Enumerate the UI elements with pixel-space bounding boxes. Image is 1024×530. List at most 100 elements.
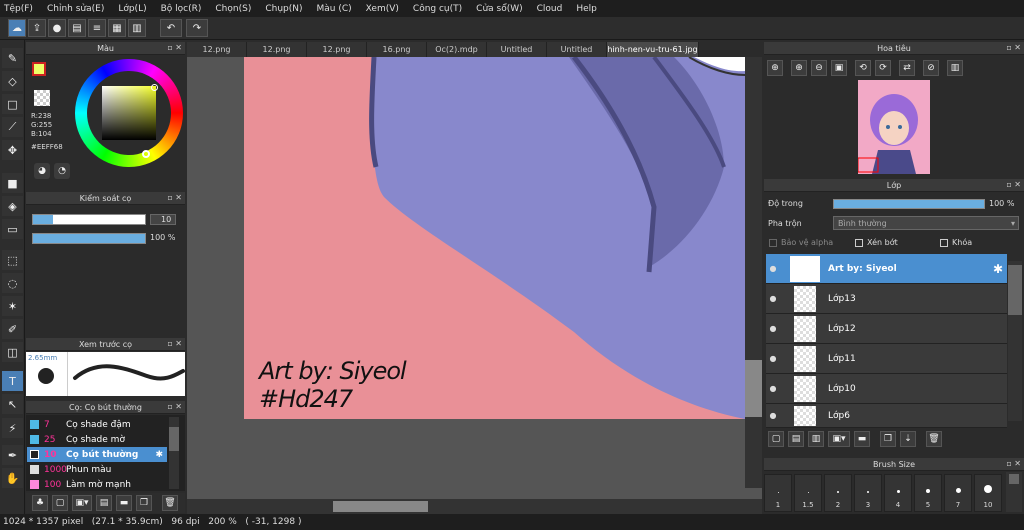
gradient-icon[interactable]: ▭ — [2, 219, 23, 239]
layer-folder-icon[interactable]: ▬ — [854, 431, 870, 447]
panel-close-icon[interactable]: ▫ ✕ — [1006, 459, 1021, 468]
gear-icon[interactable]: ✱ — [155, 450, 163, 460]
zoom-in-icon[interactable]: ⊕ — [767, 60, 783, 76]
layer-list-scrollbar[interactable] — [1008, 261, 1022, 421]
reset-view-icon[interactable]: ⊘ — [923, 60, 939, 76]
brush-folder-icon[interactable]: ▬ — [116, 495, 132, 511]
text-tool-icon[interactable]: T — [2, 371, 23, 391]
menu-color[interactable]: Màu (C) — [317, 4, 352, 14]
document-tab[interactable]: 12.png — [307, 42, 367, 57]
merge-layer-icon[interactable]: ⇣ — [900, 431, 916, 447]
navigator-thumbnail[interactable] — [857, 80, 930, 174]
brush-opacity-slider[interactable] — [32, 233, 146, 244]
menu-tools[interactable]: Công cụ(T) — [413, 4, 462, 14]
divide-icon[interactable]: ⚡ — [2, 418, 23, 438]
clip-checkbox[interactable]: Xén bớt — [855, 238, 898, 247]
undo-icon[interactable]: ↶ — [160, 19, 182, 37]
color-mix-icon[interactable]: ◔ — [54, 163, 70, 179]
hand-tool-icon[interactable]: ✋ — [2, 468, 23, 488]
layer-row[interactable]: ● Lớp6 — [766, 404, 1007, 428]
select-pen-icon[interactable]: ✐ — [2, 319, 23, 339]
add-layer-menu-icon[interactable]: ▣▾ — [828, 431, 850, 447]
rotate-reset-icon[interactable]: ⟳ — [875, 60, 891, 76]
panel-close-icon[interactable]: ▫ ✕ — [1006, 43, 1021, 52]
eraser-tool-icon[interactable]: ◇ — [2, 71, 23, 91]
visibility-eye-icon[interactable]: ● — [766, 294, 780, 303]
palette-icon[interactable]: ◕ — [34, 163, 50, 179]
canvas-text[interactable]: Art by: Siyeol #Hd247 — [259, 357, 407, 413]
brush-item[interactable]: 25 Cọ shade mờ — [27, 432, 167, 447]
document-icon[interactable]: ≡ — [88, 19, 106, 37]
brush-duplicate-icon[interactable]: ❐ — [136, 495, 152, 511]
bucket-icon[interactable]: ◈ — [2, 196, 23, 216]
new-brush-icon[interactable]: ▢ — [52, 495, 68, 511]
sv-picker-handle[interactable] — [151, 84, 158, 91]
protect-alpha-checkbox[interactable]: Bảo vệ alpha — [769, 238, 833, 247]
move-tool-icon[interactable]: ✥ — [2, 140, 23, 160]
panel-close-icon[interactable]: ▫ ✕ — [167, 43, 182, 52]
blend-mode-select[interactable]: Bình thường ▾ — [833, 216, 1019, 230]
menu-edit[interactable]: Chỉnh sửa(E) — [47, 4, 104, 14]
navigator-settings-icon[interactable]: ▥ — [947, 60, 963, 76]
layer-row[interactable]: ● Lớp12 — [766, 314, 1007, 344]
new-layer-alt-icon[interactable]: ▤ — [788, 431, 804, 447]
menu-window[interactable]: Cửa sổ(W) — [476, 4, 522, 14]
menu-cloud[interactable]: Cloud — [537, 4, 563, 14]
brush-size-preset[interactable]: 2 — [824, 474, 852, 512]
select-eraser-icon[interactable]: ◫ — [2, 342, 23, 362]
visibility-eye-icon[interactable]: ● — [766, 411, 780, 420]
chat-icon[interactable]: ● — [48, 19, 66, 37]
panel-close-icon[interactable]: ▫ ✕ — [167, 193, 182, 202]
document-tab[interactable]: Untitled — [547, 42, 607, 57]
lasso-icon[interactable]: ◌ — [2, 273, 23, 293]
brush-size-slider[interactable] — [32, 214, 146, 225]
layer-row[interactable]: ● Lớp11 — [766, 344, 1007, 374]
panel-close-icon[interactable]: ▫ ✕ — [167, 402, 182, 411]
duplicate-layer-icon[interactable]: ❐ — [880, 431, 896, 447]
brush-copy-icon[interactable]: ▤ — [96, 495, 112, 511]
hue-picker-handle[interactable] — [142, 150, 150, 158]
flip-icon[interactable]: ⇄ — [899, 60, 915, 76]
brush-size-preset[interactable]: 10 — [974, 474, 1002, 512]
fit-screen-icon[interactable]: ▣ — [831, 60, 847, 76]
menu-view[interactable]: Xem(V) — [366, 4, 399, 14]
redo-icon[interactable]: ↷ — [186, 19, 208, 37]
visibility-eye-icon[interactable]: ● — [766, 324, 780, 333]
canvas-horizontal-scrollbar[interactable] — [187, 499, 762, 514]
transparent-swatch[interactable] — [34, 90, 50, 106]
eyedropper-icon[interactable]: ✒ — [2, 445, 23, 465]
wand-tool-icon[interactable]: ⟋ — [2, 117, 23, 137]
visibility-eye-icon[interactable]: ● — [766, 264, 780, 273]
new-file-icon[interactable]: ▤ — [68, 19, 86, 37]
menu-snap[interactable]: Chụp(N) — [265, 4, 302, 14]
brush-size-preset[interactable]: 1 — [764, 474, 792, 512]
document-tab[interactable]: 12.png — [247, 42, 307, 57]
brush-item[interactable]: 1000 Phun màu — [27, 462, 167, 477]
gear-icon[interactable]: ✱ — [993, 262, 1003, 276]
layer-opacity-slider[interactable] — [833, 199, 985, 209]
saturation-value-square[interactable] — [102, 86, 156, 140]
brush-size-preset[interactable]: 1.5 — [794, 474, 822, 512]
brush-item[interactable]: 7 Cọ shade đậm — [27, 417, 167, 432]
canvas-viewport[interactable]: Art by: Siyeol #Hd247 — [187, 57, 762, 499]
menu-layer[interactable]: Lớp(L) — [118, 4, 146, 14]
brush-delete-icon[interactable]: 🗑 — [162, 495, 178, 511]
brush-item[interactable]: 100 Làm mờ mạnh — [27, 477, 167, 492]
fill-rect-icon[interactable]: ■ — [2, 173, 23, 193]
hue-ring[interactable] — [75, 59, 183, 167]
grid-alt-icon[interactable]: ▥ — [128, 19, 146, 37]
canvas-vertical-scrollbar[interactable] — [745, 57, 762, 488]
operation-icon[interactable]: ↖ — [2, 394, 23, 414]
copy-layer-icon[interactable]: ▥ — [808, 431, 824, 447]
brush-size-scrollbar[interactable] — [1006, 472, 1022, 512]
document-tab[interactable]: Oc(2).mdp — [427, 42, 487, 57]
brush-settings-icon[interactable]: ♣ — [32, 495, 48, 511]
visibility-eye-icon[interactable]: ● — [766, 384, 780, 393]
brush-size-preset[interactable]: 3 — [854, 474, 882, 512]
menu-select[interactable]: Chọn(S) — [215, 4, 251, 14]
rotate-icon[interactable]: ⟲ — [855, 60, 871, 76]
zoom-out-icon[interactable]: ⊖ — [811, 60, 827, 76]
menu-filter[interactable]: Bộ lọc(R) — [161, 4, 202, 14]
delete-layer-icon[interactable]: 🗑 — [926, 431, 942, 447]
foreground-color-swatch[interactable] — [32, 62, 46, 76]
